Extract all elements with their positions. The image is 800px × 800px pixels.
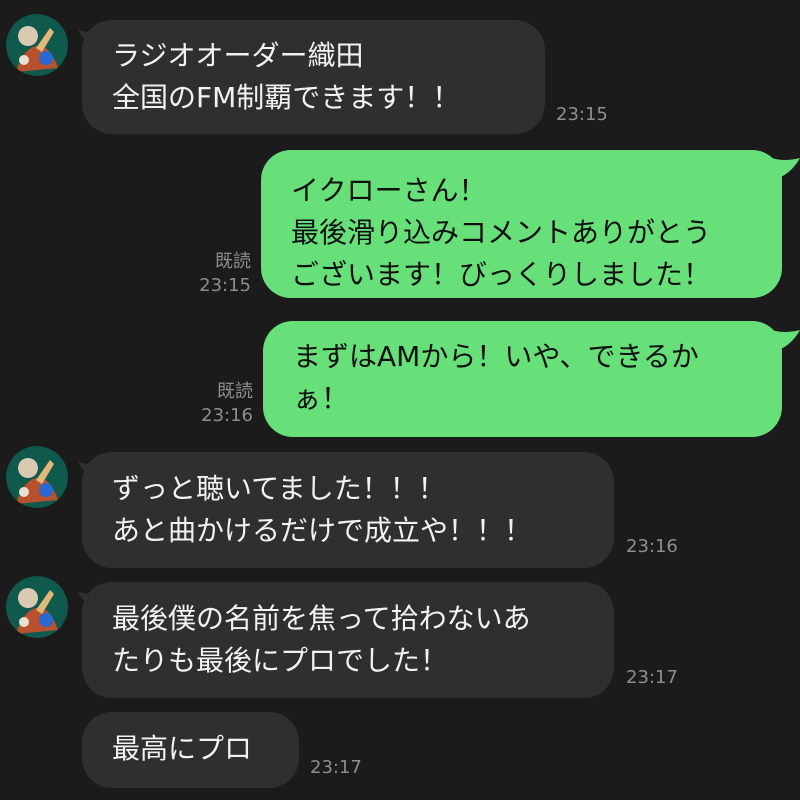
message-bubble[interactable]: ラジオオーダー織田 全国のFM制覇できます！！ — [82, 20, 545, 134]
message-time: 23:17 — [626, 667, 678, 688]
message-bubble[interactable]: 最後僕の名前を焦って拾わないあ たりも最後にプロでした！ — [82, 582, 614, 698]
avatar-photo-icon — [6, 446, 68, 508]
read-receipt: 既読 — [217, 381, 253, 402]
message-meta: 既読 23:15 — [178, 250, 251, 298]
message-time: 23:15 — [556, 104, 608, 125]
message-time: 23:16 — [626, 536, 678, 557]
message-time: 23:15 — [199, 275, 251, 296]
message-bubble[interactable]: 最高にプロ — [82, 712, 299, 788]
chat-screen: ラジオオーダー織田 全国のFM制覇できます！！ 23:15 イクローさん！ 最後… — [0, 0, 800, 800]
message-meta: 既読 23:16 — [178, 380, 253, 428]
read-receipt: 既読 — [215, 251, 251, 272]
avatar-photo-icon — [6, 14, 68, 76]
message-time: 23:16 — [201, 405, 253, 426]
message-bubble[interactable]: イクローさん！ 最後滑り込みコメントありがとう ございます！びっくりしました！ — [261, 150, 782, 298]
avatar-photo-icon — [6, 576, 68, 638]
avatar[interactable] — [6, 14, 68, 76]
message-time: 23:17 — [310, 757, 362, 778]
avatar[interactable] — [6, 576, 68, 638]
avatar[interactable] — [6, 446, 68, 508]
message-bubble[interactable]: まずはAMから！いや、できるか ぁ！ — [263, 321, 782, 437]
message-bubble[interactable]: ずっと聴いてました！！！ あと曲かけるだけで成立や！！！ — [82, 452, 614, 568]
